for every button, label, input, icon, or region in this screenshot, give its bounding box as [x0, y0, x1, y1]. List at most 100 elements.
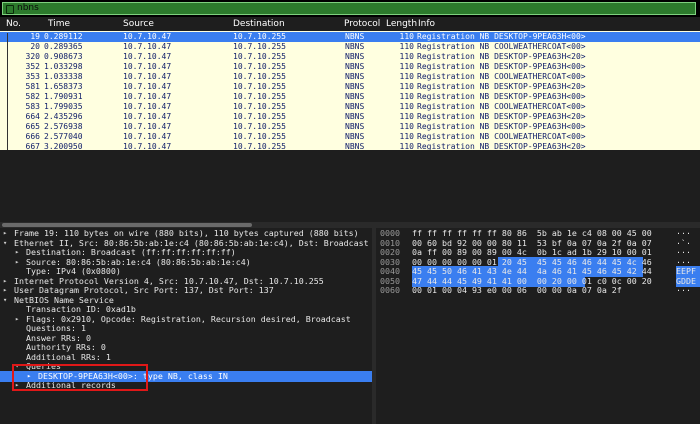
packet-protocol: NBNS	[345, 62, 365, 71]
display-filter-input[interactable]: nbns	[2, 2, 696, 15]
packet-time: 2.577040	[44, 132, 83, 141]
packet-protocol: NBNS	[345, 112, 365, 121]
packet-source: 10.7.10.47	[123, 32, 172, 41]
packet-row[interactable]: 666 2.577040 10.7.10.47 10.7.10.255 NBNS 110 R…	[0, 132, 700, 142]
packet-length: 110	[399, 42, 414, 51]
packet-number: 664	[25, 112, 40, 121]
packet-length: 110	[399, 52, 414, 61]
packet-source: 10.7.10.47	[123, 62, 172, 71]
packet-info: Registration NB DESKTOP-9PEA63H<00>	[417, 62, 586, 71]
packet-info: Registration NB DESKTOP-9PEA63H<20>	[417, 82, 586, 91]
column-header-time[interactable]: Time	[48, 17, 70, 31]
packet-destination: 10.7.10.255	[233, 52, 286, 61]
packet-source: 10.7.10.47	[123, 72, 172, 81]
packet-info: Registration NB DESKTOP-9PEA63H<00>	[417, 92, 586, 101]
hex-bytes: 00 01 00 04 93 e0 00 06 00 00 0a 07 0a 2…	[412, 285, 622, 295]
packet-row[interactable]: 664 2.435296 10.7.10.47 10.7.10.255 NBNS 110 R…	[0, 112, 700, 122]
bookmark-icon[interactable]	[6, 5, 14, 14]
packet-source: 10.7.10.47	[123, 82, 172, 91]
packet-source: 10.7.10.47	[123, 132, 172, 141]
packet-protocol: NBNS	[345, 32, 365, 41]
annotation-highlight-box	[12, 364, 148, 391]
packet-source: 10.7.10.47	[123, 92, 172, 101]
hex-offset: 0060	[380, 285, 400, 295]
packet-info: Registration NB COOLWEATHERCOAT<00>	[417, 72, 586, 81]
packet-length: 110	[399, 122, 414, 131]
packet-length: 110	[399, 82, 414, 91]
packet-length: 110	[399, 32, 414, 41]
packet-row[interactable]: 19 0.289112 10.7.10.47 10.7.10.255 NBNS 110 Re…	[0, 32, 700, 42]
packet-source: 10.7.10.47	[123, 52, 172, 61]
packet-number: 320	[25, 52, 40, 61]
packet-protocol: NBNS	[345, 82, 365, 91]
packet-number: 666	[25, 132, 40, 141]
packet-details-tree: ▸ Frame 19: 110 bytes on wire (880 bits),…	[0, 228, 372, 424]
packet-length: 110	[399, 72, 414, 81]
related-packets-indicator	[7, 33, 8, 163]
packet-protocol: NBNS	[345, 122, 365, 131]
packet-length: 110	[399, 102, 414, 111]
packet-info: Registration NB DESKTOP-9PEA63H<00>	[417, 32, 586, 41]
packet-time: 1.799035	[44, 102, 83, 111]
scrollbar-thumb[interactable]	[2, 223, 252, 227]
packet-protocol: NBNS	[345, 72, 365, 81]
column-header-destination[interactable]: Destination	[233, 17, 285, 31]
packet-source: 10.7.10.47	[123, 112, 172, 121]
packet-list-empty-area	[0, 150, 700, 222]
packet-time: 0.289112	[44, 32, 83, 41]
packet-destination: 10.7.10.255	[233, 42, 286, 51]
column-header-source[interactable]: Source	[123, 17, 154, 31]
packet-destination: 10.7.10.255	[233, 62, 286, 71]
packet-number: 581	[25, 82, 40, 91]
packet-source: 10.7.10.47	[123, 102, 172, 111]
column-header-protocol[interactable]: Protocol	[344, 17, 380, 31]
packet-time: 2.435296	[44, 112, 83, 121]
packet-number: 19	[30, 32, 40, 41]
packet-bytes-pane: 0000 ff ff ff ff ff ff 80 86 5b ab 1e c4 …	[376, 228, 700, 424]
packet-time: 0.289365	[44, 42, 83, 51]
packet-destination: 10.7.10.255	[233, 112, 286, 121]
packet-protocol: NBNS	[345, 52, 365, 61]
packet-destination: 10.7.10.255	[233, 72, 286, 81]
packet-row[interactable]: 353 1.033338 10.7.10.47 10.7.10.255 NBNS 110 R…	[0, 72, 700, 82]
packet-list-header: No. Time Source Destination Protocol Len…	[0, 17, 700, 31]
packet-time: 0.908673	[44, 52, 83, 61]
hex-row[interactable]: 0060 00 01 00 04 93 e0 00 06 00 00 0a 07 …	[376, 285, 700, 296]
packet-row[interactable]: 352 1.033298 10.7.10.47 10.7.10.255 NBNS 110 R…	[0, 62, 700, 72]
packet-time: 2.576938	[44, 122, 83, 131]
packet-row[interactable]: 582 1.790931 10.7.10.47 10.7.10.255 NBNS 110 R…	[0, 92, 700, 102]
packet-number: 583	[25, 102, 40, 111]
column-header-length[interactable]: Length	[386, 17, 417, 31]
packet-row[interactable]: 665 2.576938 10.7.10.47 10.7.10.255 NBNS 110 R…	[0, 122, 700, 132]
packet-destination: 10.7.10.255	[233, 92, 286, 101]
packet-destination: 10.7.10.255	[233, 132, 286, 141]
packet-protocol: NBNS	[345, 132, 365, 141]
packet-number: 20	[30, 42, 40, 51]
display-filter-value: nbns	[17, 3, 39, 13]
column-header-no[interactable]: No.	[6, 17, 21, 31]
packet-row[interactable]: 581 1.658373 10.7.10.47 10.7.10.255 NBNS 110 R…	[0, 82, 700, 92]
column-header-info[interactable]: Info	[418, 17, 435, 31]
packet-time: 1.033338	[44, 72, 83, 81]
packet-row[interactable]: 320 0.908673 10.7.10.47 10.7.10.255 NBNS 110 R…	[0, 52, 700, 62]
packet-info: Registration NB COOLWEATHERCOAT<00>	[417, 102, 586, 111]
packet-row[interactable]: 583 1.799035 10.7.10.47 10.7.10.255 NBNS 110 R…	[0, 102, 700, 112]
packet-source: 10.7.10.47	[123, 122, 172, 131]
display-filter-bar: nbns	[0, 0, 700, 17]
packet-row[interactable]: 20 0.289365 10.7.10.47 10.7.10.255 NBNS 110 Re…	[0, 42, 700, 52]
packet-list: No. Time Source Destination Protocol Len…	[0, 17, 700, 163]
packet-info: Registration NB DESKTOP-9PEA63H<20>	[417, 112, 586, 121]
packet-number: 353	[25, 72, 40, 81]
packet-destination: 10.7.10.255	[233, 32, 286, 41]
packet-length: 110	[399, 112, 414, 121]
packet-length: 110	[399, 132, 414, 141]
packet-info: Registration NB DESKTOP-9PEA63H<00>	[417, 122, 586, 131]
packet-protocol: NBNS	[345, 102, 365, 111]
packet-number: 352	[25, 62, 40, 71]
packet-protocol: NBNS	[345, 92, 365, 101]
packet-time: 1.790931	[44, 92, 83, 101]
packet-number: 582	[25, 92, 40, 101]
packet-info: Registration NB COOLWEATHERCOAT<00>	[417, 132, 586, 141]
hex-ascii: ···	[676, 285, 691, 295]
packet-time: 1.033298	[44, 62, 83, 71]
